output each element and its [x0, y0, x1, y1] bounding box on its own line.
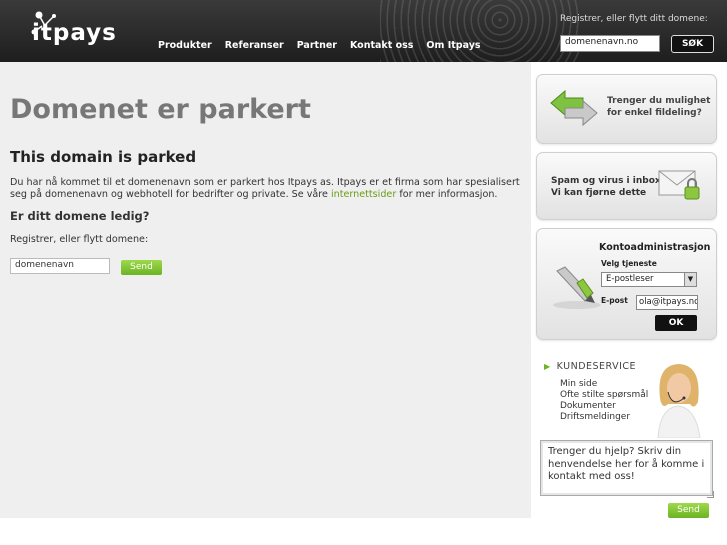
service-select[interactable]: E-postleser ▼: [601, 272, 697, 287]
page-subtitle: This domain is parked: [10, 148, 197, 166]
chevron-down-icon[interactable]: ▼: [684, 273, 696, 286]
spam-promo[interactable]: Spam og virus i inboxen? Vi kan fjørne d…: [536, 152, 717, 220]
header-decoration: [380, 0, 580, 62]
internet-link[interactable]: internettsider: [331, 189, 396, 200]
description-post: for mer informasjon.: [396, 189, 498, 200]
email-label: E-post: [601, 296, 628, 305]
link-min-side[interactable]: Min side: [560, 379, 648, 390]
email-input[interactable]: ola@itpays.no: [636, 295, 698, 310]
page-title: Domenet er parkert: [10, 94, 311, 125]
header-domain-input[interactable]: domenenavn.no: [560, 35, 660, 52]
domain-send-button[interactable]: Send: [121, 260, 162, 275]
mail-lock-icon: [658, 170, 700, 200]
help-send-button[interactable]: Send: [668, 503, 709, 518]
account-ok-button[interactable]: OK: [655, 315, 697, 331]
header-search-label: Registrer, eller flytt ditt domene:: [560, 14, 708, 24]
customer-service-heading-text: KUNDESERVICE: [556, 361, 637, 372]
customer-service-heading: ▶ KUNDESERVICE: [544, 361, 636, 372]
pen-icon: [553, 266, 601, 309]
description: Du har nå kommet til et domenenavn som e…: [10, 177, 525, 201]
nav-partner[interactable]: Partner: [297, 40, 337, 51]
link-documents[interactable]: Dokumenter: [560, 401, 648, 412]
domain-question: Er ditt domene ledig?: [10, 209, 150, 223]
sidebar: Trenger du mulighet for enkel fildeling?…: [531, 62, 727, 518]
register-label: Registrer, eller flytt domene:: [10, 234, 149, 245]
account-admin-box: Kontoadministrasjon Velg tjeneste E-post…: [536, 228, 717, 340]
service-select-value: E-postleser: [606, 274, 654, 284]
support-agent-image: [657, 364, 701, 438]
nav-produkter[interactable]: Produkter: [158, 40, 212, 51]
arrows-icon: [550, 89, 598, 127]
file-share-text: Trenger du mulighet for enkel fildeling?: [607, 96, 711, 118]
main-content: Domenet er parkert This domain is parked…: [0, 62, 531, 518]
footer-strip: [0, 518, 727, 545]
nav-om[interactable]: Om Itpays: [426, 40, 480, 51]
customer-service: ▶ KUNDESERVICE Min side Ofte stilte spørs…: [536, 358, 717, 518]
nav-kontakt[interactable]: Kontakt oss: [350, 40, 413, 51]
domain-input[interactable]: domenenavn: [10, 258, 110, 274]
help-textarea[interactable]: Trenger du hjelp? Skriv din henvendelse …: [540, 440, 713, 496]
resize-handle-icon[interactable]: [707, 491, 714, 498]
service-label: Velg tjeneste: [601, 259, 657, 268]
main-nav: Produkter Referanser Partner Kontakt oss…: [158, 40, 494, 51]
logo-text[interactable]: itpays: [32, 20, 117, 46]
link-faq[interactable]: Ofte stilte spørsmål: [560, 390, 648, 401]
triangle-icon: ▶: [544, 362, 551, 371]
nav-referanser[interactable]: Referanser: [225, 40, 284, 51]
link-operations[interactable]: Driftsmeldinger: [560, 412, 648, 423]
customer-service-links: Min side Ofte stilte spørsmål Dokumenter…: [560, 379, 648, 423]
header-search-button[interactable]: SØK: [671, 35, 714, 53]
account-title: Kontoadministrasjon: [599, 242, 711, 253]
file-share-promo[interactable]: Trenger du mulighet for enkel fildeling?: [536, 74, 717, 144]
header: itpays Produkter Referanser Partner Kont…: [0, 0, 727, 62]
